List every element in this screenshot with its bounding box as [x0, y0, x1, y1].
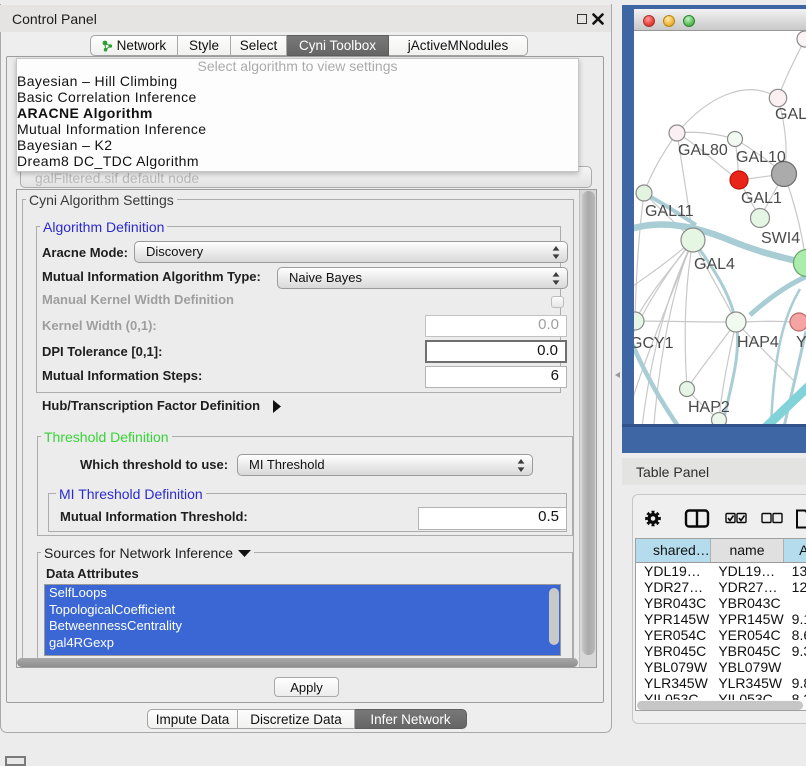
svg-text:GAL80: GAL80 [678, 142, 728, 159]
svg-text:GAL1: GAL1 [741, 190, 782, 207]
svg-text:HAP4: HAP4 [737, 334, 779, 351]
svg-text:SWI4: SWI4 [761, 230, 800, 247]
svg-text:GAL10: GAL10 [736, 149, 786, 166]
svg-text:GAL11: GAL11 [645, 203, 694, 220]
svg-text:GAL4: GAL4 [694, 256, 735, 273]
svg-text:GAL2: GAL2 [775, 106, 806, 123]
svg-text:GCY1: GCY1 [634, 335, 674, 352]
svg-text:YJ: YJ [796, 334, 806, 351]
svg-text:HAP2: HAP2 [688, 399, 730, 416]
